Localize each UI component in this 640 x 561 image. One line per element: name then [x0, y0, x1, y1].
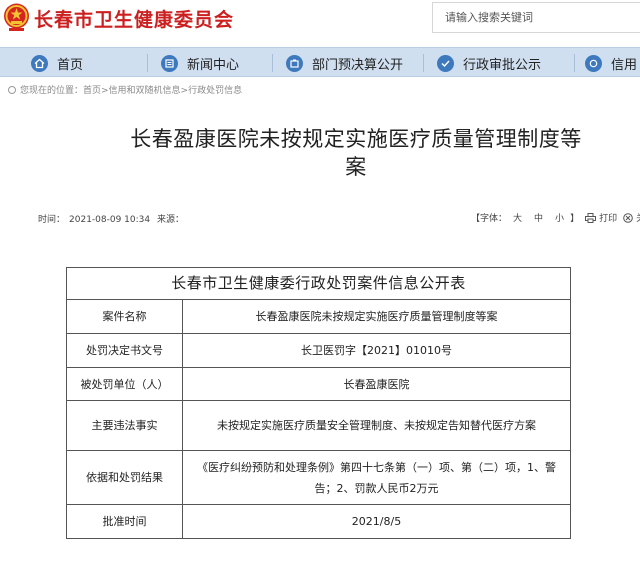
- site-header: 长春市卫生健康委员会: [0, 0, 640, 40]
- nav-item-budget[interactable]: 部门预决算公开: [286, 48, 403, 78]
- credit-icon: [585, 54, 602, 72]
- row-label: 依据和处罚结果: [66, 450, 183, 505]
- source-label: 来源：: [157, 215, 185, 225]
- nav-divider: [147, 54, 148, 72]
- article-title: 长春盈康医院未按规定实施医疗质量管理制度等 案: [86, 125, 626, 181]
- row-value: 长卫医罚字【2021】01010号: [182, 333, 571, 368]
- print-button[interactable]: 打印: [585, 211, 617, 224]
- row-value: 未按规定实施医疗质量安全管理制度、未按规定告知替代医疗方案: [182, 400, 571, 451]
- article-title-line: 案: [345, 155, 367, 179]
- row-value: 2021/8/5: [182, 504, 571, 539]
- table-row: 主要违法事实 未按规定实施医疗质量安全管理制度、未按规定告知替代医疗方案: [66, 400, 571, 451]
- row-value: 长春盈康医院: [182, 367, 571, 401]
- budget-icon: [286, 54, 303, 72]
- national-emblem-icon: [4, 3, 29, 31]
- nav-divider: [574, 54, 575, 72]
- nav-label: 行政审批公示: [463, 57, 542, 73]
- table-row: 被处罚单位（人） 长春盈康医院: [66, 367, 571, 401]
- penalty-info-table: 长春市卫生健康委行政处罚案件信息公开表 案件名称 长春盈康医院未按规定实施医疗质…: [66, 267, 571, 539]
- search-input[interactable]: [433, 3, 640, 32]
- row-value: 《医疗纠纷预防和处理条例》第四十七条第（一）项、第（二）项，1、警告；2、罚款人…: [182, 450, 571, 505]
- printer-icon: [585, 212, 597, 223]
- search-box: [432, 2, 640, 33]
- font-size-tools: 【字体： 大 中 小 】 打印 关闭: [471, 211, 640, 224]
- table-row: 批准时间 2021/8/5: [66, 504, 571, 539]
- breadcrumb-text[interactable]: 您现在的位置：首页>信用和双随机信息>行政处罚信息: [20, 83, 242, 96]
- site-title[interactable]: 长春市卫生健康委员会: [34, 5, 234, 32]
- breadcrumb: 您现在的位置：首页>信用和双随机信息>行政处罚信息: [8, 83, 242, 96]
- location-icon: [8, 85, 16, 94]
- nav-label: 部门预决算公开: [312, 57, 404, 73]
- font-medium-button[interactable]: 中: [534, 211, 543, 224]
- close-button[interactable]: 关闭: [623, 211, 640, 224]
- nav-label: 新闻中心: [187, 57, 240, 73]
- print-label: 打印: [599, 214, 618, 224]
- article-meta: 时间： 2021-08-09 10:34 来源：: [38, 212, 188, 225]
- home-icon: [31, 54, 48, 72]
- nav-item-credit[interactable]: 信用: [585, 48, 637, 78]
- close-icon: [623, 212, 633, 223]
- table-row: 处罚决定书文号 长卫医罚字【2021】01010号: [66, 333, 571, 368]
- font-small-button[interactable]: 小: [555, 211, 564, 224]
- nav-label: 信用: [611, 57, 638, 73]
- table-row: 案件名称 长春盈康医院未按规定实施医疗质量管理制度等案: [66, 299, 571, 334]
- nav-divider: [272, 54, 273, 72]
- article-title-line: 长春盈康医院未按规定实施医疗质量管理制度等: [130, 127, 582, 151]
- nav-item-news[interactable]: 新闻中心: [161, 48, 239, 78]
- table-row: 依据和处罚结果 《医疗纠纷预防和处理条例》第四十七条第（一）项、第（二）项，1、…: [66, 450, 571, 505]
- row-label: 被处罚单位（人）: [66, 367, 183, 401]
- nav-item-home[interactable]: 首页: [31, 48, 83, 78]
- main-nav: 首页 新闻中心 部门预决算公开 行政审批公示 信用: [0, 47, 640, 77]
- table-title: 长春市卫生健康委行政处罚案件信息公开表: [66, 267, 571, 300]
- row-label: 主要违法事实: [66, 400, 183, 451]
- font-large-button[interactable]: 大: [513, 211, 522, 224]
- font-size-label: 【字体：: [471, 214, 508, 224]
- row-value: 长春盈康医院未按规定实施医疗质量管理制度等案: [182, 299, 571, 334]
- font-size-close-bracket: 】: [570, 214, 580, 224]
- time-label: 时间：: [38, 215, 66, 225]
- approval-icon: [437, 54, 454, 72]
- nav-label: 首页: [57, 57, 84, 73]
- nav-item-approval[interactable]: 行政审批公示: [437, 48, 541, 78]
- row-label: 批准时间: [66, 504, 183, 539]
- nav-divider: [423, 54, 424, 72]
- publish-time: 2021-08-09 10:34: [69, 215, 151, 225]
- close-label: 关闭: [636, 211, 640, 224]
- news-icon: [161, 54, 178, 72]
- row-label: 案件名称: [66, 299, 183, 334]
- row-label: 处罚决定书文号: [66, 333, 183, 368]
